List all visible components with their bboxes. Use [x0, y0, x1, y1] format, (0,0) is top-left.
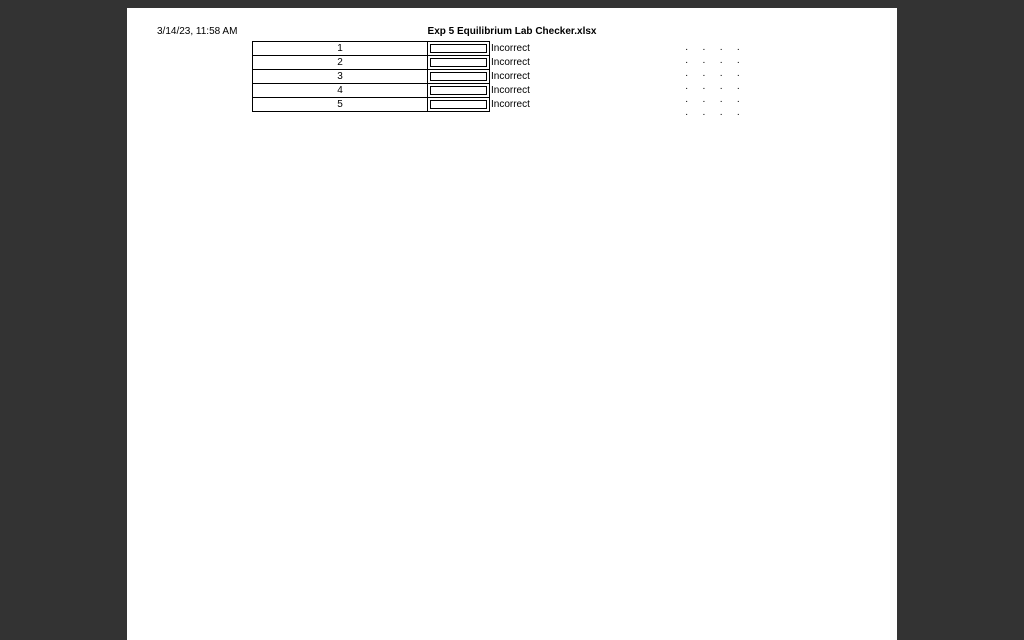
- dot-row: · · · ·: [685, 95, 740, 108]
- table-row: 5 Incorrect: [253, 98, 550, 112]
- document-page: 3/14/23, 11:58 AM Exp 5 Equilibrium Lab …: [127, 8, 897, 640]
- answer-cell: [428, 98, 490, 112]
- document-title: Exp 5 Equilibrium Lab Checker.xlsx: [428, 26, 597, 37]
- answer-cell: [428, 84, 490, 98]
- status-text: Incorrect: [490, 84, 550, 98]
- answer-box: [430, 100, 487, 109]
- answer-box: [430, 86, 487, 95]
- table-row: 4 Incorrect: [253, 84, 550, 98]
- answer-box: [430, 44, 487, 53]
- status-text: Incorrect: [490, 56, 550, 70]
- dot-row: · · · ·: [685, 82, 740, 95]
- status-text: Incorrect: [490, 70, 550, 84]
- table-row: 2 Incorrect: [253, 56, 550, 70]
- answer-cell: [428, 70, 490, 84]
- checker-table: 1 Incorrect 2 Incorrect 3 Incorrect 4 Incorrect…: [252, 41, 550, 112]
- print-timestamp: 3/14/23, 11:58 AM: [157, 26, 237, 37]
- answer-box: [430, 72, 487, 81]
- table-row: 3 Incorrect: [253, 70, 550, 84]
- dot-row: · · · ·: [685, 56, 740, 69]
- row-index: 1: [253, 42, 428, 56]
- status-text: Incorrect: [490, 42, 550, 56]
- page-header: 3/14/23, 11:58 AM Exp 5 Equilibrium Lab …: [157, 26, 867, 37]
- answer-cell: [428, 56, 490, 70]
- dot-row: · · · ·: [685, 108, 740, 121]
- answer-cell: [428, 42, 490, 56]
- row-index: 5: [253, 98, 428, 112]
- dots-column: · · · ·· · · ·· · · ·· · · ·· · · ·· · ·…: [685, 41, 740, 121]
- status-text: Incorrect: [490, 98, 550, 112]
- answer-box: [430, 58, 487, 67]
- content-row: 1 Incorrect 2 Incorrect 3 Incorrect 4 Incorrect…: [157, 41, 867, 121]
- row-index: 4: [253, 84, 428, 98]
- dot-row: · · · ·: [685, 43, 740, 56]
- row-index: 2: [253, 56, 428, 70]
- row-index: 3: [253, 70, 428, 84]
- dot-row: · · · ·: [685, 69, 740, 82]
- table-row: 1 Incorrect: [253, 42, 550, 56]
